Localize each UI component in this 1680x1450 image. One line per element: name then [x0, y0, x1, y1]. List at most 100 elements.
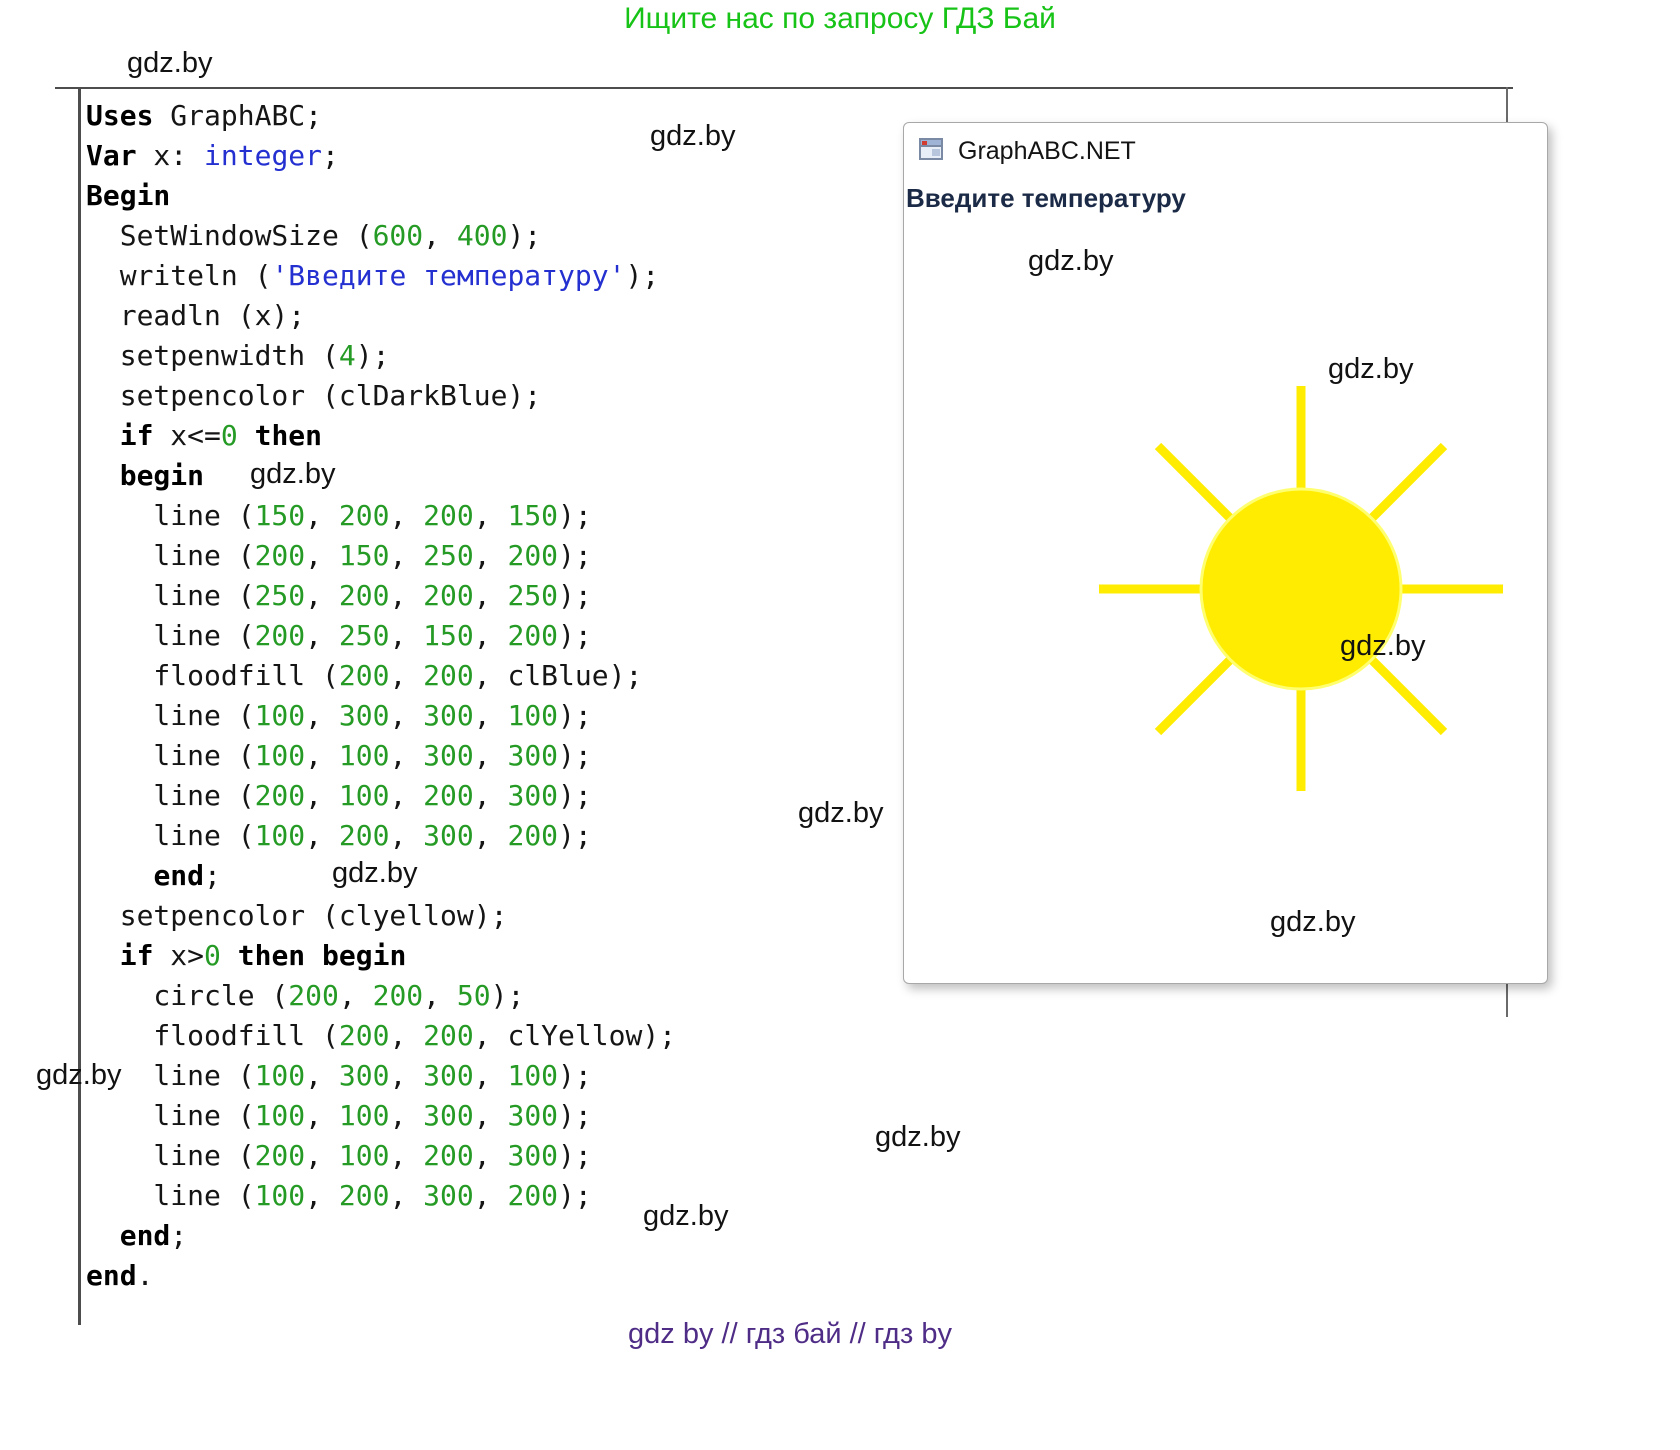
- sun-drawing: [1081, 369, 1521, 809]
- code-token-pl: line (: [86, 1139, 255, 1172]
- graphabc-titlebar[interactable]: GraphABC.NET: [904, 123, 1547, 169]
- code-token-pl: );: [558, 539, 592, 572]
- code-token-pl: ,: [389, 739, 423, 772]
- code-token-nu: 200: [339, 659, 390, 692]
- code-token-nu: 200: [339, 1019, 390, 1052]
- code-line: Begin: [86, 176, 886, 216]
- code-token-kw: end: [86, 1259, 137, 1292]
- code-token-nu: 4: [339, 339, 356, 372]
- code-token-nu: 150: [507, 499, 558, 532]
- code-token-pl: line (: [86, 619, 255, 652]
- code-token-nu: 200: [507, 1179, 558, 1212]
- code-token-pl: );: [558, 699, 592, 732]
- code-line: setpencolor (clyellow);: [86, 896, 886, 936]
- code-token-pl: ,: [474, 1099, 508, 1132]
- code-line: line (250, 200, 200, 250);: [86, 576, 886, 616]
- graphabc-output-window[interactable]: GraphABC.NET Введите температуру: [903, 122, 1548, 984]
- code-token-pl: ,: [474, 499, 508, 532]
- code-token-kw: Begin: [86, 179, 170, 212]
- code-token-pl: ,: [389, 1179, 423, 1212]
- code-token-pl: ,: [389, 779, 423, 812]
- code-token-pl: floodfill (: [86, 659, 339, 692]
- code-token-pl: ,: [339, 979, 373, 1012]
- code-token-nu: 150: [339, 539, 390, 572]
- code-token-pl: ,: [305, 1059, 339, 1092]
- code-token-nu: 250: [423, 539, 474, 572]
- code-token-kw: if: [120, 939, 154, 972]
- code-area[interactable]: Uses GraphABC;Var x: integer;Begin SetWi…: [86, 96, 886, 1296]
- code-line: SetWindowSize (600, 400);: [86, 216, 886, 256]
- code-token-nu: 200: [507, 539, 558, 572]
- code-line: floodfill (200, 200, clBlue);: [86, 656, 886, 696]
- code-token-nu: 200: [423, 499, 474, 532]
- code-token-pl: x:: [137, 139, 204, 172]
- code-line: Uses GraphABC;: [86, 96, 886, 136]
- code-token-pl: ,: [474, 1059, 508, 1092]
- code-token-nu: 300: [423, 1099, 474, 1132]
- code-token-pl: setpencolor (clDarkBlue);: [86, 379, 541, 412]
- code-token-pl: ,: [474, 539, 508, 572]
- code-token-ty: integer: [204, 139, 322, 172]
- code-token-pl: ,: [474, 819, 508, 852]
- code-token-nu: 200: [255, 1139, 306, 1172]
- code-token-nu: 200: [507, 619, 558, 652]
- code-token-pl: );: [625, 259, 659, 292]
- code-token-pl: line (: [86, 539, 255, 572]
- code-token-nu: 100: [339, 1099, 390, 1132]
- code-token-nu: 200: [339, 1179, 390, 1212]
- code-line: floodfill (200, 200, clYellow);: [86, 1016, 886, 1056]
- code-line: line (100, 300, 300, 100);: [86, 1056, 886, 1096]
- code-token-pl: ,: [474, 619, 508, 652]
- code-token-pl: );: [558, 1139, 592, 1172]
- code-token-nu: 150: [423, 619, 474, 652]
- sun-disc: [1201, 489, 1401, 689]
- code-token-pl: line (: [86, 699, 255, 732]
- code-token-pl: );: [491, 979, 525, 1012]
- code-token-pl: .: [137, 1259, 154, 1292]
- code-token-pl: line (: [86, 779, 255, 812]
- code-token-pl: ,: [305, 739, 339, 772]
- code-token-nu: 100: [255, 739, 306, 772]
- code-token-pl: ,: [389, 1139, 423, 1172]
- code-token-pl: ,: [389, 1019, 423, 1052]
- code-token-nu: 50: [457, 979, 491, 1012]
- code-token-pl: ,: [389, 699, 423, 732]
- code-token-pl: [86, 459, 120, 492]
- prompt-text: Введите температуру: [906, 183, 1186, 214]
- code-token-nu: 300: [423, 739, 474, 772]
- code-token-nu: 200: [507, 819, 558, 852]
- code-token-pl: GraphABC;: [153, 99, 322, 132]
- code-token-pl: );: [558, 499, 592, 532]
- code-token-pl: );: [558, 1179, 592, 1212]
- code-line: line (150, 200, 200, 150);: [86, 496, 886, 536]
- code-token-pl: );: [356, 339, 390, 372]
- code-token-pl: [238, 419, 255, 452]
- code-token-pl: );: [558, 819, 592, 852]
- code-line: begin: [86, 456, 886, 496]
- code-token-kw: then: [238, 939, 305, 972]
- code-token-nu: 200: [423, 659, 474, 692]
- code-token-pl: );: [507, 219, 541, 252]
- code-token-pl: line (: [86, 499, 255, 532]
- code-token-pl: ,: [305, 1139, 339, 1172]
- code-token-nu: 200: [255, 779, 306, 812]
- code-line: writeln ('Введите температуру');: [86, 256, 886, 296]
- code-token-pl: SetWindowSize (: [86, 219, 373, 252]
- code-token-kw: end: [153, 859, 204, 892]
- code-token-nu: 100: [339, 779, 390, 812]
- code-token-nu: 100: [255, 1179, 306, 1212]
- code-token-pl: x<=: [153, 419, 220, 452]
- code-token-pl: setpencolor (clyellow);: [86, 899, 507, 932]
- code-token-nu: 300: [423, 1059, 474, 1092]
- code-token-nu: 200: [423, 1139, 474, 1172]
- code-token-pl: ,: [389, 1059, 423, 1092]
- code-line: setpenwidth (4);: [86, 336, 886, 376]
- code-token-pl: writeln (: [86, 259, 271, 292]
- code-token-pl: floodfill (: [86, 1019, 339, 1052]
- code-token-pl: ,: [305, 1179, 339, 1212]
- code-token-kw: then: [255, 419, 322, 452]
- code-token-pl: ,: [389, 499, 423, 532]
- watermark: gdz.by: [127, 47, 212, 80]
- code-token-nu: 200: [339, 579, 390, 612]
- code-token-pl: [86, 1219, 120, 1252]
